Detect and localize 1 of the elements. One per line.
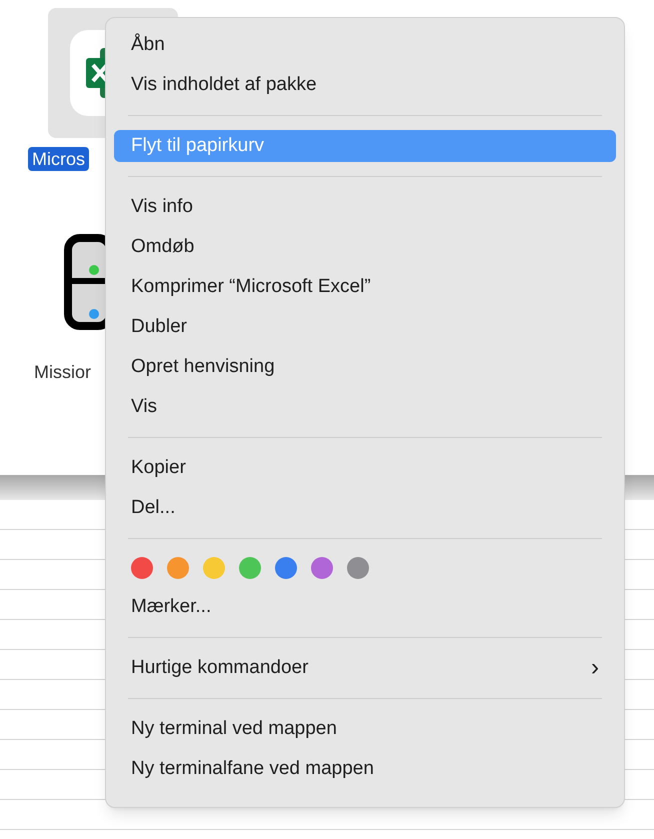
submenu-arrow-icon: › <box>591 656 599 680</box>
